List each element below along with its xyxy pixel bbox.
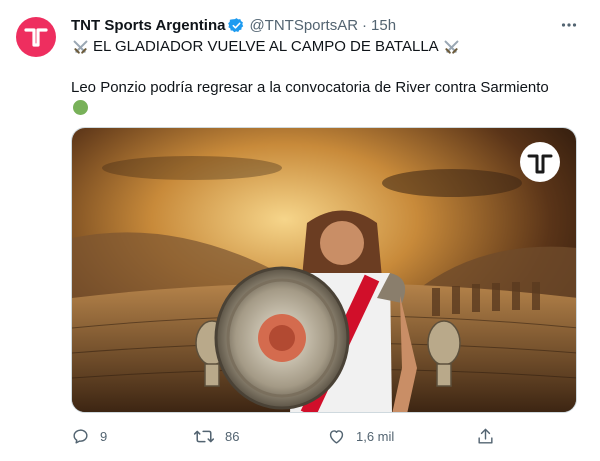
crossed-swords-icon	[444, 40, 459, 54]
retweet-button[interactable]: 86	[193, 425, 239, 447]
avatar[interactable]	[16, 17, 56, 57]
like-button[interactable]: 1,6 mil	[327, 425, 394, 447]
retweet-icon	[193, 430, 215, 442]
gladiator-illustration	[72, 128, 576, 412]
tweet-headline-line: EL GLADIADOR VUELVE AL CAMPO DE BATALLA	[71, 37, 464, 57]
more-icon	[561, 23, 577, 27]
tweet-actions: 9 86 1,6 mil	[71, 425, 501, 447]
author-handle[interactable]: @TNTSportsAR	[249, 17, 358, 34]
separator: ·	[362, 16, 368, 34]
tweet-image[interactable]	[71, 127, 577, 413]
author-name[interactable]: TNT Sports Argentina	[71, 17, 225, 34]
tweet-header: TNT Sports Argentina @TNTSportsAR · 15h	[71, 14, 580, 36]
tweet-body: Leo Ponzio podría regresar a la convocat…	[71, 79, 549, 96]
share-icon	[478, 428, 493, 444]
tweet: TNT Sports Argentina @TNTSportsAR · 15h …	[0, 0, 600, 461]
crossed-swords-icon	[73, 40, 88, 54]
reply-icon	[73, 428, 88, 444]
reply-count: 9	[100, 428, 108, 444]
tweet-headline: EL GLADIADOR VUELVE AL CAMPO DE BATALLA	[93, 38, 439, 55]
green-circle-icon	[73, 100, 88, 115]
more-button[interactable]	[558, 14, 580, 36]
retweet-count: 86	[225, 428, 240, 444]
reply-button[interactable]: 9	[71, 425, 107, 447]
tnt-logo-icon	[24, 28, 48, 47]
tweet-time[interactable]: 15h	[371, 17, 396, 34]
like-count: 1,6 mil	[356, 428, 395, 444]
heart-icon	[329, 429, 344, 444]
share-button[interactable]	[476, 425, 505, 447]
verified-badge-icon	[228, 17, 244, 32]
